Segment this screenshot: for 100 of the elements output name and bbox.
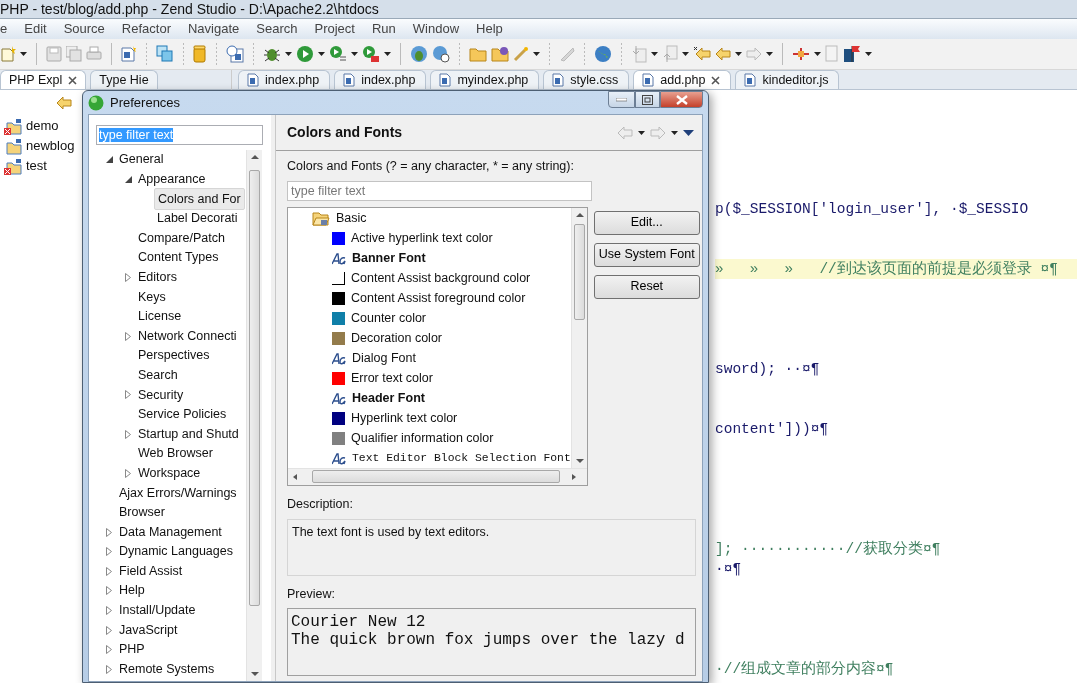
tree-item[interactable]: Help [116,580,148,602]
expanded-arrow-icon[interactable] [105,156,113,164]
tree-item[interactable]: Startup and Shutd [135,423,242,445]
caret-icon[interactable] [285,52,292,56]
action-button[interactable]: Edit... [593,210,700,235]
tree-item[interactable]: JavaScript [116,619,181,641]
caret-icon[interactable] [318,52,325,56]
tree-item[interactable]: Content Types [135,247,222,269]
collapsed-arrow-icon[interactable] [125,331,131,341]
tree-item[interactable]: PHP [116,639,148,660]
editor-tab[interactable]: index.php [334,70,427,89]
collapsed-arrow-icon[interactable] [106,547,112,557]
flag-icon[interactable] [843,45,861,63]
caret-icon[interactable] [20,52,27,56]
run-toolbox-icon[interactable] [362,45,380,63]
collapsed-arrow-icon[interactable] [125,468,131,478]
scrollbar[interactable] [246,150,262,681]
expanded-arrow-icon[interactable] [124,175,132,183]
close-icon[interactable] [711,75,721,85]
caret-icon[interactable] [384,52,391,56]
globe-icon[interactable] [594,45,612,63]
folder-open-icon[interactable] [312,210,330,228]
collapsed-arrow-icon[interactable] [125,390,131,400]
caret-icon[interactable] [814,52,821,56]
view-tab[interactable]: Type Hie [90,70,158,89]
tree-item[interactable]: Field Assist [116,560,186,582]
jar-icon[interactable] [193,45,207,63]
action-button[interactable]: Use System Font [593,242,700,267]
run-icon[interactable] [296,45,314,63]
tree-item[interactable]: Label Decorati [154,208,241,229]
tree-item[interactable]: Ajax Errors/Warnings [116,482,240,504]
tree-item[interactable]: Perspectives [135,345,213,367]
caret-icon[interactable] [682,52,689,56]
printer-icon[interactable] [86,46,102,62]
action-button[interactable]: Reset [593,274,700,299]
globe-bug-icon[interactable] [410,45,428,63]
menu-item[interactable]: Help [468,19,512,39]
caret-icon[interactable] [651,52,658,56]
tree-item[interactable]: Colors and For [154,187,245,211]
collapsed-arrow-icon[interactable] [106,566,112,576]
caret-icon[interactable] [735,52,742,56]
list-item[interactable]: Qualifier information color [351,429,494,449]
list-item[interactable]: Dialog Font [352,349,416,369]
explorer-item[interactable]: newblog [26,136,75,156]
explorer-item[interactable]: demo [26,116,59,136]
run-list-icon[interactable] [329,45,347,63]
list-item[interactable]: Error text color [351,369,433,389]
category-item[interactable]: Basic [336,209,367,229]
php-document-icon[interactable] [121,46,137,62]
connector-icon[interactable] [792,47,810,61]
tree-item[interactable]: Data Management [116,521,225,543]
collapsed-arrow-icon[interactable] [106,664,112,674]
tree-item[interactable]: Network Connecti [135,325,240,347]
list-item[interactable]: Text Editor Block Selection Font [352,450,571,468]
tree-item[interactable]: Remote Systems [116,658,218,680]
list-item[interactable]: Header Font [352,389,425,409]
menu-item[interactable]: Source [55,19,114,39]
close-icon[interactable] [68,75,78,85]
explorer-item[interactable]: test [26,156,47,176]
menu-item[interactable]: Edit [16,19,56,39]
tree-item[interactable]: Service Policies [135,404,230,425]
document-icon[interactable] [226,45,244,63]
tree-item[interactable]: Browser [116,502,168,523]
tree-item[interactable]: Security [135,384,187,406]
list-item[interactable]: Banner Font [352,249,426,269]
tree-item[interactable]: Search [135,364,181,386]
caret-icon[interactable] [638,130,645,135]
menu-item[interactable]: Search [248,19,307,39]
collapsed-arrow-icon[interactable] [125,429,131,439]
menu-item[interactable]: Window [404,19,469,39]
tree-item[interactable]: Compare/Patch [135,227,228,249]
caret-icon[interactable] [865,52,872,56]
caret-icon[interactable] [766,52,773,56]
folder-icon[interactable] [469,46,487,62]
tree-item[interactable]: Workspace [135,462,204,484]
collapsed-arrow-icon[interactable] [106,625,112,635]
list-item[interactable]: Hyperlink text color [351,409,458,429]
view-tab[interactable]: PHP Expl [0,70,87,89]
menu-item[interactable]: Run [363,19,405,39]
list-item[interactable]: Active hyperlink text color [351,229,493,249]
editor-tab[interactable]: index.php [238,70,331,89]
list-item[interactable]: Counter color [351,309,427,329]
collapsed-arrow-icon[interactable] [106,605,112,615]
view-menu-icon[interactable] [683,129,694,136]
scrollbar[interactable] [570,207,587,468]
tree-item[interactable]: Keys [135,286,169,308]
list-item[interactable]: Decoration color [351,329,442,349]
tree-item[interactable]: Editors [135,267,180,288]
editor-tab[interactable]: myindex.php [430,70,540,89]
editor-tab[interactable]: style.css [543,70,630,89]
menu-item[interactable]: Navigate [180,19,249,39]
menu-item[interactable]: Project [306,19,364,39]
caret-icon[interactable] [533,52,540,56]
tree-item[interactable]: Dynamic Languages [116,541,236,563]
tree-item[interactable]: Appearance [135,169,209,190]
list-item[interactable]: Content Assist foreground color [351,289,526,309]
collapsed-arrow-icon[interactable] [106,645,112,655]
menu-item[interactable]: Refactor [113,19,180,39]
minimize-button[interactable] [608,91,635,108]
horizontal-scrollbar[interactable] [288,467,587,485]
